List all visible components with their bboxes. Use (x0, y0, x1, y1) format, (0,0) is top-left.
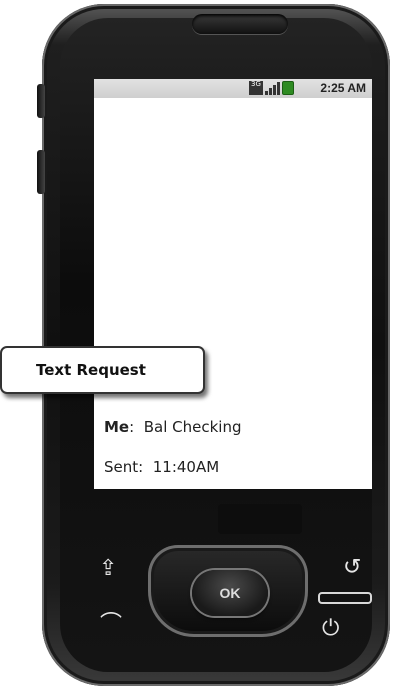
call-icon[interactable]: ⌒ (100, 614, 122, 636)
end-call-icon[interactable]: ⏻ (322, 618, 339, 640)
ok-button[interactable]: OK (192, 570, 268, 616)
battery-icon (282, 81, 294, 95)
earpiece-speaker (192, 14, 288, 34)
sent-label: Sent: (104, 458, 144, 476)
sent-line: Sent: 11:40AM (104, 458, 219, 476)
status-icons: 3G (249, 81, 294, 95)
back-arrow-icon[interactable]: ↺ (343, 557, 361, 579)
sent-time: 11:40AM (152, 458, 220, 476)
volume-up-key[interactable] (37, 84, 45, 118)
volume-down-key[interactable] (37, 150, 45, 194)
callout-label: Text Request (36, 361, 146, 379)
signal-strength-icon (265, 81, 280, 95)
text-request-callout: Text Request (0, 346, 205, 394)
front-camera-area (218, 504, 302, 534)
message-sender-colon: : (129, 418, 135, 436)
menu-up-icon[interactable]: ⇪ (99, 558, 117, 580)
status-bar: 3G 2:25 AM (94, 79, 372, 98)
phone-screen: 3G 2:25 AM Me: Bal Checking Sent: 11:40A… (94, 79, 372, 489)
status-time: 2:25 AM (320, 81, 366, 95)
network-3g-icon: 3G (249, 81, 263, 95)
message-sender: Me (104, 418, 130, 436)
message-line: Me: Bal Checking (104, 418, 241, 436)
message-text: Bal Checking (143, 418, 242, 436)
search-key[interactable] (318, 592, 372, 604)
